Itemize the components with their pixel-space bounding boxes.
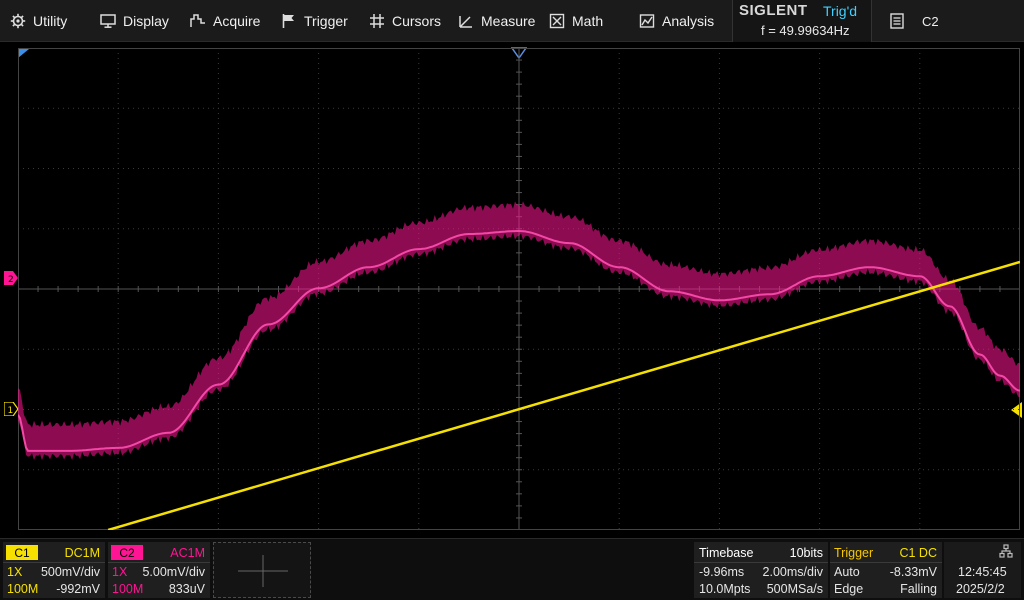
network-icon: [999, 544, 1013, 561]
c2-offset-icon[interactable]: 2: [4, 271, 18, 290]
timebase-delay: -9.96ms: [699, 565, 745, 579]
menu-acquire[interactable]: Acquire: [190, 0, 260, 42]
cursors-icon: [369, 13, 385, 29]
c1-offset: -992mV: [56, 582, 100, 596]
c2-tag: C2: [111, 545, 143, 560]
c1-scale: 500mV/div: [40, 565, 100, 579]
trigger-panel-label: Trigger: [834, 546, 874, 560]
bottom-status-bar: C1 DC1M 1X 500mV/div 100M -992mV C2 AC1M…: [0, 538, 1024, 600]
menu-math-label: Math: [572, 13, 604, 29]
c1-tag: C1: [6, 545, 38, 560]
trigger-panel[interactable]: Trigger C1 DC Auto -8.33mV Edge Falling: [830, 542, 942, 598]
menu-cursors[interactable]: Cursors: [369, 0, 441, 42]
menu-analysis[interactable]: Analysis: [639, 0, 714, 42]
analysis-icon: [639, 13, 655, 29]
c2-offset: 833uV: [168, 582, 205, 596]
add-channel-slot[interactable]: [213, 542, 311, 598]
c1-panel[interactable]: C1 DC1M 1X 500mV/div 100M -992mV: [3, 542, 105, 598]
menu-trigger[interactable]: Trigger: [281, 0, 348, 42]
flag-icon: [281, 13, 297, 29]
clock-time: 12:45:45: [958, 565, 1007, 579]
menu-utility-label: Utility: [33, 13, 68, 29]
timebase-memory: 10.0Mpts: [699, 582, 751, 596]
clock-date: 2025/2/2: [956, 582, 1005, 596]
timebase-scale: 2.00ms/div: [762, 565, 823, 579]
c2-bandwidth: 100M: [112, 582, 144, 596]
frequency-readout: f = 49.99634Hz: [761, 23, 850, 38]
c1-trace-line: [107, 260, 1020, 530]
menu-measure-label: Measure: [481, 13, 536, 29]
menu-analysis-label: Analysis: [662, 13, 715, 29]
graticule: [18, 48, 1020, 530]
channel-select-label: C2: [922, 13, 939, 29]
channel-select-button[interactable]: C2: [890, 0, 939, 42]
trigger-status: Trig'd: [823, 3, 858, 19]
c2-panel[interactable]: C2 AC1M 1X 5.00mV/div 100M 833uV: [108, 542, 210, 598]
c1-coupling: DC1M: [64, 546, 100, 560]
trigger-source: C1 DC: [899, 546, 937, 560]
c1-offset-icon[interactable]: 1: [3, 401, 19, 421]
list-icon: [890, 13, 904, 29]
acquire-icon: [190, 13, 206, 29]
waveform-display[interactable]: [18, 48, 1020, 530]
c2-scale: 5.00mV/div: [142, 565, 205, 579]
menu-utility[interactable]: Utility: [10, 0, 67, 42]
trigger-mode: Auto: [834, 565, 860, 579]
trigger-level: -8.33mV: [889, 565, 937, 579]
plus-icon: [238, 555, 288, 587]
menu-cursors-label: Cursors: [392, 13, 442, 29]
timebase-sample-rate: 500MSa/s: [766, 582, 823, 596]
math-icon: [549, 13, 565, 29]
c2-probe: 1X: [112, 565, 128, 579]
c1-bandwidth: 100M: [7, 582, 39, 596]
menu-display[interactable]: Display: [100, 0, 169, 42]
trigger-type: Edge: [834, 582, 864, 596]
monitor-icon: [100, 13, 116, 29]
timebase-panel[interactable]: Timebase 10bits -9.96ms 2.00ms/div 10.0M…: [694, 542, 828, 598]
clock-panel[interactable]: 12:45:45 2025/2/2: [944, 542, 1021, 598]
timebase-label: Timebase: [699, 546, 754, 560]
timebase-bits: 10bits: [789, 546, 823, 560]
menu-math[interactable]: Math: [549, 0, 603, 42]
menu-measure[interactable]: Measure: [458, 0, 535, 42]
status-box[interactable]: SIGLENT Trig'd f = 49.99634Hz: [732, 0, 872, 42]
waveform-svg: [18, 48, 1020, 530]
measure-icon: [458, 13, 474, 29]
svg-text:2: 2: [8, 275, 14, 285]
c1-probe: 1X: [7, 565, 23, 579]
brand-logo: SIGLENT: [739, 2, 808, 19]
svg-text:1: 1: [8, 406, 14, 416]
top-menu-bar: Utility Display Acquire Trigger Cursors …: [0, 0, 1024, 42]
menu-acquire-label: Acquire: [213, 13, 261, 29]
c2-coupling: AC1M: [170, 546, 205, 560]
trigger-slope: Falling: [900, 582, 937, 596]
menu-display-label: Display: [123, 13, 169, 29]
gear-icon: [10, 13, 26, 29]
menu-trigger-label: Trigger: [304, 13, 348, 29]
